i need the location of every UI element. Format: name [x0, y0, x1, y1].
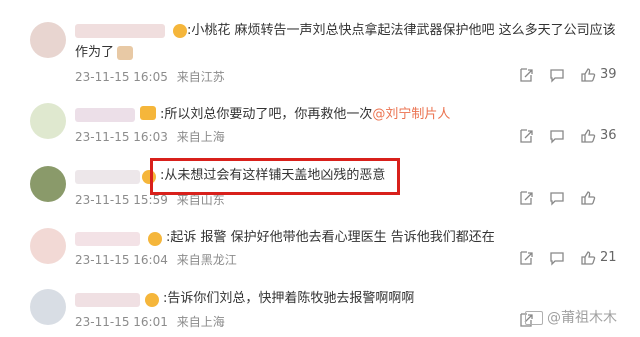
comment-text-line2: 作为了 [75, 45, 115, 60]
like-count: 21 [600, 250, 617, 265]
thumbs-up-icon[interactable] [580, 250, 596, 266]
watermark-text: @莆祖木木 [547, 310, 617, 326]
avatar[interactable] [30, 228, 66, 264]
username-blurred[interactable] [75, 24, 165, 38]
comment-actions: 39 [518, 67, 628, 85]
timestamp: 23-11-15 16:03 [75, 130, 168, 144]
timestamp: 23-11-15 15:59 [75, 193, 168, 207]
avatar[interactable] [30, 289, 66, 325]
location: 来自江苏 [176, 70, 225, 84]
comment-text: :小桃花 麻烦转告一声刘总快点拿起法律武器保护他吧 这么多天了公司应该 [187, 23, 616, 38]
weibo-logo-icon [525, 311, 543, 325]
vip-badge-icon [173, 24, 187, 38]
comment-text: :起诉 报警 保护好他带他去看心理医生 告诉他我们都还在 [166, 230, 495, 245]
avatar[interactable] [30, 166, 66, 202]
timestamp: 23-11-15 16:05 [75, 70, 168, 84]
avatar[interactable] [30, 22, 66, 58]
comment-icon[interactable] [549, 250, 565, 266]
comment-icon[interactable] [549, 190, 565, 206]
timestamp: 23-11-15 16:01 [75, 315, 168, 329]
thumbs-up-icon[interactable] [580, 67, 596, 83]
comment-text: :告诉你们刘总，快押着陈牧驰去报警啊啊啊 [163, 291, 415, 306]
comment-actions: 21 [518, 250, 628, 268]
mention-link[interactable]: @刘宁制片人 [372, 107, 450, 122]
comment-text-continued: 作为了 [75, 42, 134, 64]
location: 来自黑龙江 [176, 253, 237, 267]
watermark: @莆祖木木 [525, 307, 617, 327]
forward-icon[interactable] [518, 250, 534, 266]
comment-meta: 23-11-15 16:01 来自上海 [75, 313, 230, 330]
comment-icon[interactable] [549, 128, 565, 144]
comment-text: :所以刘总你要动了吧，你再救他一次@刘宁制片人 [160, 104, 450, 126]
location: 来自上海 [176, 130, 225, 144]
timestamp: 23-11-15 16:04 [75, 253, 168, 267]
highlight-box [150, 158, 400, 195]
emoji-icon [117, 45, 134, 60]
crown-badge-icon [140, 106, 156, 120]
comment-icon[interactable] [549, 67, 565, 83]
vip-badge-icon [148, 232, 162, 246]
comment-actions: 36 [518, 128, 628, 146]
comment-meta: 23-11-15 16:05 来自江苏 [75, 68, 230, 85]
comment-meta: 23-11-15 16:04 来自黑龙江 [75, 251, 242, 268]
like-count: 36 [600, 128, 617, 143]
comment-meta: 23-11-15 16:03 来自上海 [75, 128, 230, 145]
username-blurred[interactable] [75, 232, 140, 246]
username-blurred[interactable] [75, 293, 140, 307]
forward-icon[interactable] [518, 190, 534, 206]
comment-text-body: :所以刘总你要动了吧，你再救他一次 [160, 107, 373, 122]
location: 来自上海 [176, 315, 225, 329]
forward-icon[interactable] [518, 128, 534, 144]
vip-badge-icon [145, 293, 159, 307]
comment-actions [518, 190, 628, 208]
thumbs-up-icon[interactable] [580, 190, 596, 206]
thumbs-up-icon[interactable] [580, 128, 596, 144]
username-blurred[interactable] [75, 108, 135, 122]
avatar[interactable] [30, 103, 66, 139]
forward-icon[interactable] [518, 67, 534, 83]
location: 来自山东 [176, 193, 225, 207]
username-blurred[interactable] [75, 170, 140, 184]
like-count: 39 [600, 67, 617, 82]
